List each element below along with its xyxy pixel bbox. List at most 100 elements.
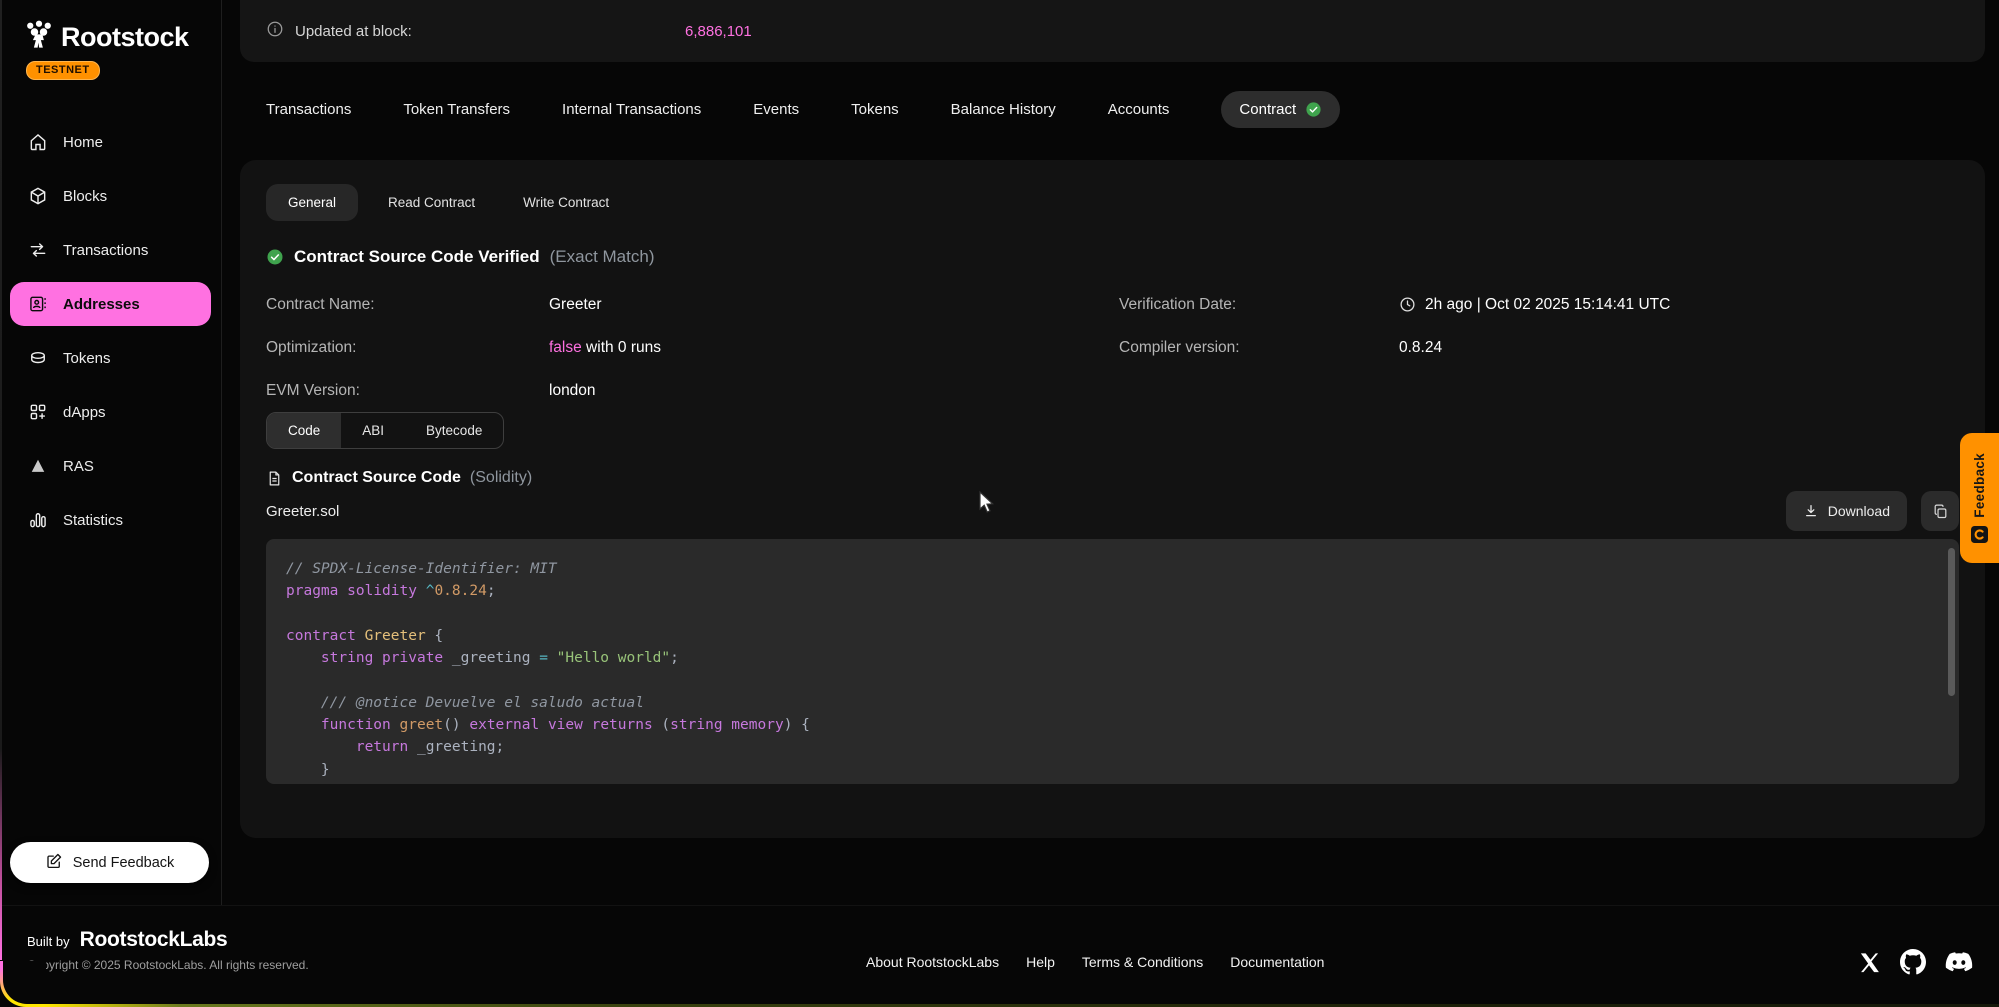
sidebar-item-tokens[interactable]: Tokens xyxy=(10,336,211,380)
discord-icon[interactable] xyxy=(1945,952,1973,973)
verified-title: Contract Source Code Verified xyxy=(294,247,540,267)
download-button[interactable]: Download xyxy=(1786,491,1907,531)
contract-name-value: Greeter xyxy=(549,296,1119,314)
updated-at-block-bar: Updated at block: 6,886,101 xyxy=(240,0,1985,62)
code-content: // SPDX-License-Identifier: MITpragma so… xyxy=(286,558,1929,781)
code-line xyxy=(286,669,1929,691)
file-icon xyxy=(266,470,283,487)
tab-tokens[interactable]: Tokens xyxy=(851,101,899,118)
home-icon xyxy=(27,132,48,153)
info-icon xyxy=(266,20,284,43)
footer-socials xyxy=(1858,949,1973,975)
sidebar-nav: Home Blocks Transactions Addresses xyxy=(0,120,221,542)
contract-panel: General Read Contract Write Contract Con… xyxy=(240,160,1985,838)
github-icon[interactable] xyxy=(1900,949,1926,975)
code-tab-bytecode[interactable]: Bytecode xyxy=(405,413,503,448)
code-scrollbar-thumb[interactable] xyxy=(1948,548,1955,696)
sidebar-item-blocks[interactable]: Blocks xyxy=(10,174,211,218)
footer-brand-block: Built by RootstockLabs Copyright © 2025 … xyxy=(27,928,309,972)
footer-link-terms[interactable]: Terms & Conditions xyxy=(1082,954,1203,970)
code-line: /// @notice Devuelve el saludo actual xyxy=(286,692,1929,714)
tab-balance-history[interactable]: Balance History xyxy=(951,101,1056,118)
verification-date-value: 2h ago | Oct 02 2025 15:14:41 UTC xyxy=(1399,296,1959,314)
evm-version-label: EVM Version: xyxy=(266,382,549,400)
send-feedback-button[interactable]: Send Feedback xyxy=(10,842,209,883)
footer-links: About RootstockLabs Help Terms & Conditi… xyxy=(866,954,1324,970)
subtab-write-contract[interactable]: Write Contract xyxy=(505,184,627,221)
code-line: // SPDX-License-Identifier: MIT xyxy=(286,558,1929,580)
sidebar-item-label: Statistics xyxy=(63,512,123,529)
tab-events[interactable]: Events xyxy=(753,101,799,118)
contract-name-label: Contract Name: xyxy=(266,296,549,314)
optimization-value: false with 0 runs xyxy=(549,339,1119,357)
code-view-switch: Code ABI Bytecode xyxy=(266,412,504,449)
address-tabs: Transactions Token Transfers Internal Tr… xyxy=(240,86,1985,132)
edit-note-icon xyxy=(45,852,63,874)
transactions-icon xyxy=(27,240,48,261)
feedback-tab[interactable]: Feedback xyxy=(1960,433,1999,563)
source-code-language: (Solidity) xyxy=(470,469,532,487)
sidebar-item-home[interactable]: Home xyxy=(10,120,211,164)
download-icon xyxy=(1803,503,1819,519)
rootstocklabs-brand[interactable]: RootstockLabs xyxy=(80,928,228,952)
footer-link-documentation[interactable]: Documentation xyxy=(1230,954,1324,970)
sidebar-item-addresses[interactable]: Addresses xyxy=(10,282,211,326)
sidebar-item-label: Transactions xyxy=(63,242,148,259)
sidebar-item-dapps[interactable]: dApps xyxy=(10,390,211,434)
source-code-header: Contract Source Code (Solidity) xyxy=(266,469,1959,487)
block-number-link[interactable]: 6,886,101 xyxy=(685,23,752,40)
x-icon[interactable] xyxy=(1858,951,1881,974)
tab-contract-label: Contract xyxy=(1239,101,1296,118)
page-edge-accent xyxy=(0,0,2,960)
copy-icon xyxy=(1932,503,1949,520)
dapps-icon xyxy=(27,402,48,423)
verified-banner: Contract Source Code Verified (Exact Mat… xyxy=(266,247,1959,267)
code-line: string private _greeting = "Hello world"… xyxy=(286,647,1929,669)
code-tab-abi[interactable]: ABI xyxy=(341,413,405,448)
sidebar-item-label: Tokens xyxy=(63,350,111,367)
network-badge: TESTNET xyxy=(26,61,100,80)
sidebar-item-label: Addresses xyxy=(63,296,140,313)
sidebar-item-ras[interactable]: RAS xyxy=(10,444,211,488)
tab-contract[interactable]: Contract xyxy=(1221,91,1340,128)
logo-text: Rootstock xyxy=(61,22,189,53)
sidebar: Rootstock TESTNET Home Blocks Transacti xyxy=(0,0,222,905)
footer: Built by RootstockLabs Copyright © 2025 … xyxy=(0,905,1999,1007)
footer-corner-accent xyxy=(0,961,46,1007)
feedback-tab-label: Feedback xyxy=(1972,453,1987,518)
built-by-label: Built by xyxy=(27,934,70,949)
copy-source-button[interactable] xyxy=(1921,491,1959,531)
sidebar-item-label: RAS xyxy=(63,458,94,475)
tab-transactions[interactable]: Transactions xyxy=(266,101,351,118)
verified-check-icon xyxy=(1305,101,1322,118)
code-tab-code[interactable]: Code xyxy=(267,413,341,448)
sidebar-item-statistics[interactable]: Statistics xyxy=(10,498,211,542)
statistics-icon xyxy=(27,510,48,531)
sidebar-item-label: Blocks xyxy=(63,188,107,205)
code-line: function greet() external view returns (… xyxy=(286,714,1929,736)
code-line xyxy=(286,603,1929,625)
rootstocklabs-mark-icon xyxy=(1971,526,1988,543)
compiler-version-value: 0.8.24 xyxy=(1399,339,1959,357)
subtab-general[interactable]: General xyxy=(266,184,358,221)
verification-date-label: Verification Date: xyxy=(1119,296,1399,314)
source-file-actions: Download xyxy=(1786,491,1959,531)
tab-internal-transactions[interactable]: Internal Transactions xyxy=(562,101,701,118)
sidebar-item-transactions[interactable]: Transactions xyxy=(10,228,211,272)
footer-link-help[interactable]: Help xyxy=(1026,954,1055,970)
app-root: Rootstock TESTNET Home Blocks Transacti xyxy=(0,0,1999,1007)
subtab-read-contract[interactable]: Read Contract xyxy=(370,184,493,221)
source-code-viewer[interactable]: // SPDX-License-Identifier: MITpragma so… xyxy=(266,539,1959,784)
code-line: pragma solidity ^0.8.24; xyxy=(286,580,1929,602)
verified-check-icon xyxy=(266,248,284,266)
contract-details: Contract Name: Greeter Verification Date… xyxy=(266,283,1959,412)
source-file-name: Greeter.sol xyxy=(266,503,339,520)
tab-token-transfers[interactable]: Token Transfers xyxy=(403,101,510,118)
rootstock-logo-icon xyxy=(24,20,54,55)
rootstock-logo[interactable]: Rootstock xyxy=(0,0,221,55)
updated-at-block-label: Updated at block: xyxy=(295,23,412,40)
code-line: contract Greeter { xyxy=(286,625,1929,647)
tab-accounts[interactable]: Accounts xyxy=(1108,101,1170,118)
footer-link-about[interactable]: About RootstockLabs xyxy=(866,954,999,970)
verified-match-type: (Exact Match) xyxy=(550,247,655,267)
